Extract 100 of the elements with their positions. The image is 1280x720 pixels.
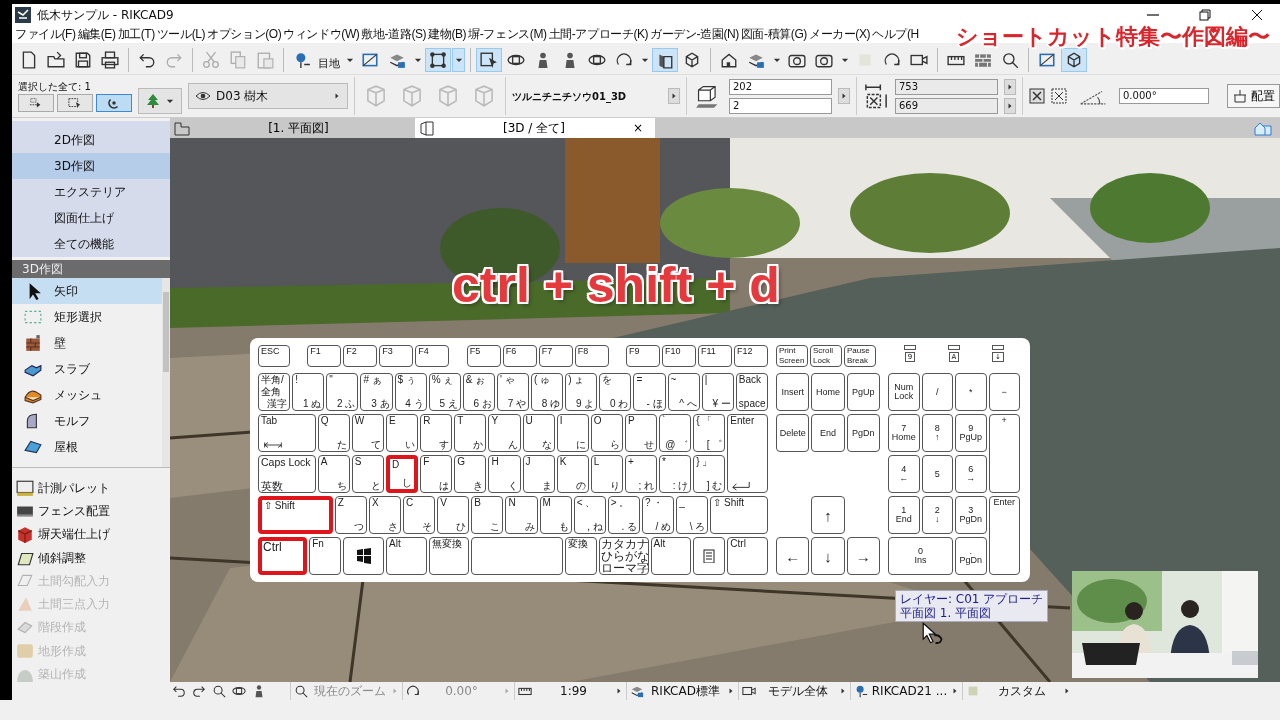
folder-icon [47,51,65,69]
brick-block-icon [24,334,42,352]
mode-item[interactable]: 2D作図 [12,127,170,153]
menu-item[interactable]: ガーデン-造園(N) [649,26,740,43]
caret-icon [840,92,848,100]
palette-item[interactable]: 計測パレット [12,476,170,500]
tool-label: 壁 [54,335,66,352]
menu-item[interactable]: 土間-アプローチ(K) [547,26,650,43]
3d-view-icon [419,120,435,136]
terrain-block-icon [16,641,34,660]
toolbar-button[interactable] [425,48,451,72]
frame-icon [361,51,379,69]
tree-icon [145,93,161,109]
arrow-button[interactable] [1004,78,1016,95]
toolbar-button[interactable] [652,48,678,72]
layers-icon [630,684,644,698]
caret-icon [1006,101,1014,110]
menu-item[interactable]: ヘルプ(H [871,26,920,43]
number-field[interactable]: 753 [895,78,998,95]
tab-label: [3D / 全て] [502,120,566,137]
tool-item[interactable]: モルフ [12,408,162,434]
number-field[interactable]: 669 [895,97,998,114]
tool-item[interactable]: 屋根 [12,434,162,460]
tool-item[interactable]: 矢印 [12,278,162,304]
magnifier-icon [294,684,308,698]
layer-dropdown[interactable]: D03 樹木 [188,83,348,109]
document-icon [20,51,38,69]
tool-item[interactable]: 矩形選択 [12,304,162,330]
palette-label: 傾斜調整 [38,549,86,567]
palette-item[interactable]: フェンス配置 [12,499,170,523]
roof-icon [24,438,42,456]
menu-item[interactable]: ツール(L) [155,26,207,43]
tool-item[interactable]: 壁 [12,330,162,356]
palette-label: 塀天端仕上げ [38,526,110,544]
tree-dropdown-button[interactable] [138,88,182,114]
video-camera-icon [742,684,756,698]
frame-icon [1038,51,1056,69]
number-field[interactable]: 202 [729,78,832,95]
tab-close-button[interactable]: × [632,119,649,137]
mode-item[interactable]: エクステリア [12,179,170,205]
menu-item[interactable]: ファイル(F) [14,26,77,43]
scrollbar[interactable] [162,278,170,467]
toolbar-button[interactable] [476,48,502,72]
selection-button[interactable] [96,93,132,112]
tool-label: モルフ [54,413,90,430]
palette-item[interactable]: 塀天端仕上げ [12,522,170,546]
houses-icon[interactable] [1252,120,1274,136]
close-icon [1250,8,1264,22]
dimensions-icon [863,83,889,109]
window-title: 低木サンプル - RIKCAD9 [37,7,174,24]
mode-item[interactable]: 図面仕上げ [12,205,170,231]
toolbar-button[interactable] [1061,48,1087,72]
caret-icon [670,92,678,100]
wall-block-icon [16,525,34,544]
undo-icon [138,51,156,69]
save-icon [74,51,92,69]
angle-field[interactable]: 0.000° [1119,88,1209,104]
arrow-button[interactable] [838,88,850,104]
menu-item[interactable]: 建物(B) [427,26,468,43]
palette-label: 地形作成 [38,642,86,660]
arrow-button[interactable] [1004,97,1016,114]
caret-icon [1063,687,1071,695]
tool-label: スラブ [54,361,90,378]
palette-label: フェンス配置 [38,502,110,520]
placement-icon [1232,88,1248,104]
caret-icon [615,687,623,695]
place-button[interactable]: 配置 [1227,84,1280,108]
menu-item[interactable]: オプション(O) [206,26,283,43]
redo-icon[interactable] [192,684,206,698]
menu-item[interactable]: 編集(E) [76,26,117,43]
tool-item[interactable]: メッシュ [12,382,162,408]
view-tab[interactable]: [3D / 全て] × [415,118,655,138]
menu-item[interactable]: メーカー(X) [807,26,872,43]
palette-item[interactable]: 傾斜調整 [12,545,170,570]
clipboard-icon [256,51,274,69]
cube-icon [1065,51,1083,69]
palette-label: 階段作成 [38,619,86,637]
arrow-button[interactable] [668,88,680,104]
zoom-icon[interactable] [212,684,226,698]
menu-item[interactable]: 敷地-道路(S) [360,26,428,43]
undo-icon[interactable] [172,684,186,698]
mode-item[interactable]: 3D作図 [12,153,170,179]
menu-item[interactable]: 図面-積算(G) [739,26,808,43]
house-icon [720,51,738,69]
selection-button[interactable] [57,93,93,112]
caret-icon [333,92,341,100]
mode-item[interactable]: 全ての機能 [12,231,170,257]
tool-item[interactable]: スラブ [12,356,162,382]
cross-box-icon [1029,88,1045,104]
brick-wall-icon [974,51,992,69]
number-field[interactable]: 2 [729,97,832,114]
menu-item[interactable]: 加工(T) [116,26,156,43]
menu-item[interactable]: 塀-フェンス(M) [467,26,548,43]
cursor-icon [480,51,498,69]
selection-label: 選択した全て: 1 [18,80,92,92]
caret-icon [951,687,959,695]
copy-icon [229,51,247,69]
menu-item[interactable]: ウィンドウ(W) [282,26,361,43]
app-icon [15,7,31,23]
box-icon [656,51,674,69]
